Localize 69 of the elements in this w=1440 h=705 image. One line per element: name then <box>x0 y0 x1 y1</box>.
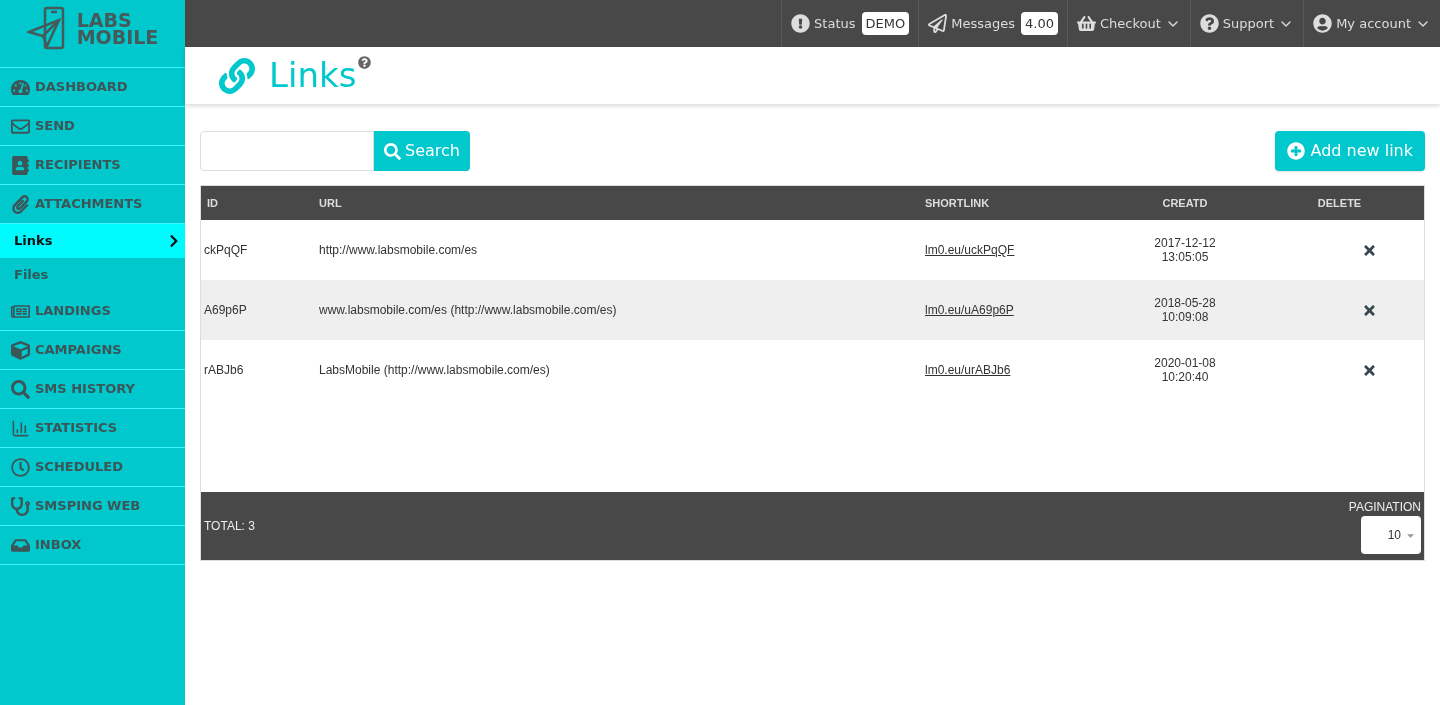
pagination-select[interactable]: 10 <box>1361 516 1421 554</box>
badge: 4.00 <box>1021 11 1058 36</box>
delete-icon[interactable] <box>1362 302 1377 318</box>
link-icon <box>219 57 255 94</box>
table-cell-text: A69p6P <box>203 302 248 319</box>
stethoscope-icon <box>11 496 30 516</box>
nav-item[interactable]: SEND <box>0 107 185 146</box>
nav-item[interactable]: INBOX <box>0 526 185 565</box>
table-cell-text: LabsMobile (http://www.labsmobile.com/es) <box>319 362 551 379</box>
contact-card-icon <box>11 155 30 175</box>
column-header: CREATD <box>1161 195 1209 211</box>
nav-item[interactable]: RECIPIENTS <box>0 146 185 185</box>
logo-text: MOBILE <box>76 29 159 46</box>
page-title: Links <box>269 54 357 97</box>
envelope-icon <box>11 116 30 136</box>
clock-icon <box>11 457 30 477</box>
table-cell: 2018-05-28 <box>1154 296 1216 310</box>
search-icon <box>11 379 30 399</box>
nav-item[interactable]: SMSPING WEB <box>0 487 185 526</box>
paper-plane-icon <box>928 14 948 33</box>
bar-chart-icon <box>11 418 30 438</box>
table-cell: 10:20:40 <box>1161 370 1209 384</box>
delete-icon[interactable] <box>1362 362 1377 378</box>
table-cell: 10:09:08 <box>1161 310 1209 324</box>
nav-subitem[interactable]: Files <box>0 258 185 292</box>
shortlink[interactable]: lm0.eu/uckPqQF <box>925 241 1015 259</box>
nav-item[interactable]: SCHEDULED <box>0 448 185 487</box>
table-cell-text: rABJb6 <box>203 362 245 379</box>
nav-item[interactable]: SMS HISTORY <box>0 370 185 409</box>
nav-item[interactable]: DASHBOARD <box>0 68 185 107</box>
table-cell: 2017-12-12 <box>1154 236 1216 250</box>
cube-icon <box>11 340 30 360</box>
top-bar-item[interactable]: Messages 4.00 <box>918 0 1067 47</box>
search-button[interactable]: Search <box>374 131 470 171</box>
table-cell-text: ckPqQF <box>203 242 249 259</box>
user-icon <box>1313 14 1333 33</box>
badge: DEMO <box>861 11 910 36</box>
nav-item[interactable]: STATISTICS <box>0 409 185 448</box>
help-icon <box>1199 14 1219 33</box>
delete-icon[interactable] <box>1362 242 1377 258</box>
search-field[interactable] <box>200 131 374 171</box>
top-bar-item[interactable]: Checkout <box>1066 0 1190 47</box>
column-header: URL <box>319 195 343 211</box>
plus-icon <box>1287 142 1306 160</box>
top-bar-item[interactable]: Status DEMO <box>781 0 919 47</box>
column-header: ID <box>206 195 219 211</box>
column-header: SHORTLINK <box>925 195 991 211</box>
search-icon <box>384 142 401 160</box>
table-cell: 2020-01-08 <box>1154 356 1216 370</box>
paperclip-icon <box>11 194 30 214</box>
table-cell: 13:05:05 <box>1161 250 1209 264</box>
top-bar-item[interactable]: My account <box>1303 0 1440 47</box>
logo-text: LABS <box>76 12 132 29</box>
nav-subitem[interactable]: Links <box>0 224 185 258</box>
nav-item[interactable]: CAMPAIGNS <box>0 331 185 370</box>
pagination-label: PAGINATION <box>1348 499 1421 516</box>
exclamation-icon <box>791 14 811 33</box>
add-link-button[interactable]: Add new link <box>1275 131 1425 171</box>
table-cell-text: www.labsmobile.com/es (http://www.labsmobile.com/es) <box>319 302 618 319</box>
table-cell-text: http://www.labsmobile.com/es <box>319 242 479 259</box>
dashboard-icon <box>11 77 30 97</box>
nav-item[interactable]: LANDINGS <box>0 292 185 331</box>
top-bar-item[interactable]: Support <box>1189 0 1304 47</box>
help-icon[interactable] <box>358 56 372 69</box>
basket-icon <box>1076 14 1096 33</box>
shortlink[interactable]: lm0.eu/uA69p6P <box>925 301 1014 319</box>
column-header: DELETE <box>1316 195 1363 211</box>
shortlink[interactable]: lm0.eu/urABJb6 <box>925 361 1011 379</box>
total-count: TOTAL: 3 <box>204 518 255 535</box>
